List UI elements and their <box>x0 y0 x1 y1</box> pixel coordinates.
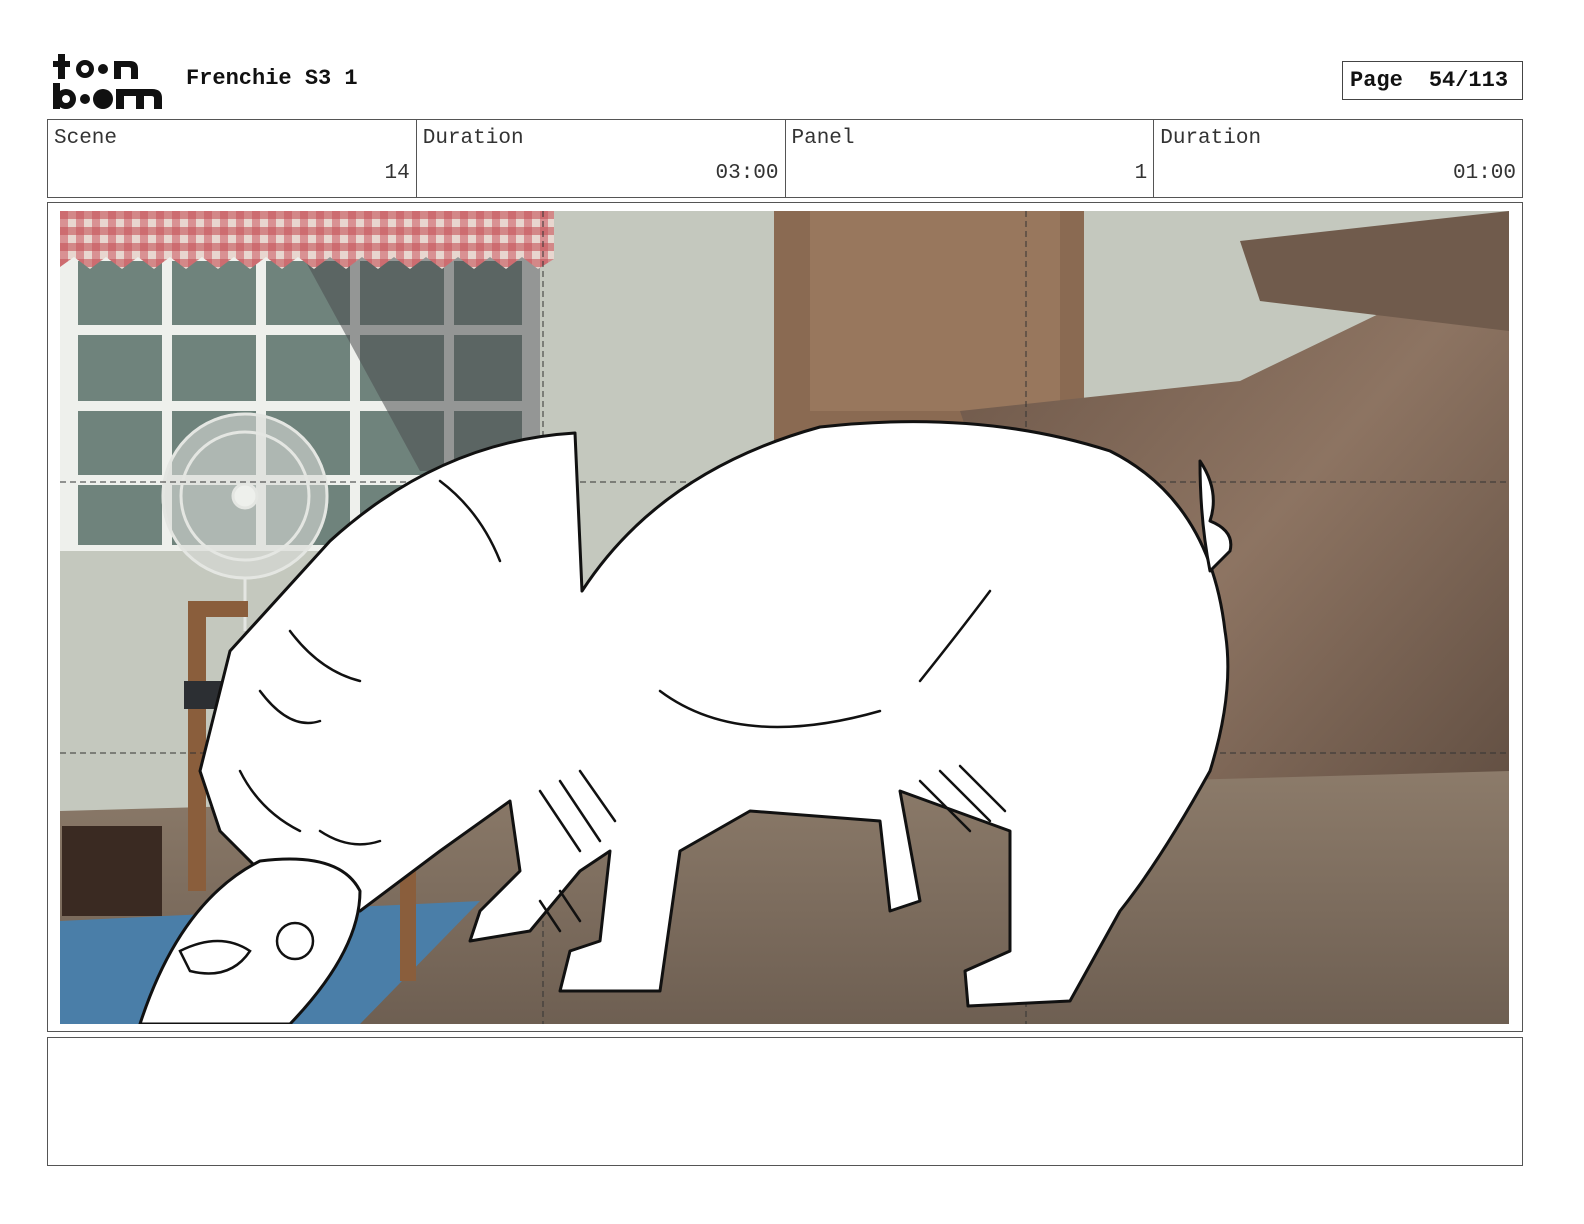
panel-notes-box <box>47 1037 1523 1166</box>
toon-boom-logo <box>53 54 162 109</box>
scene-duration-label: Duration <box>422 127 524 150</box>
page-indicator: Page 54/113 <box>1342 61 1523 100</box>
panel-cell: Panel 1 <box>786 120 1155 197</box>
panel-duration-value: 01:00 <box>1452 162 1516 185</box>
scene-duration-cell: Duration 03:00 <box>417 120 786 197</box>
panel-label: Panel <box>791 127 855 150</box>
side-box <box>62 826 162 916</box>
scene-number: 14 <box>384 162 410 185</box>
scene-duration-value: 03:00 <box>715 162 779 185</box>
project-title: Frenchie S3 1 <box>186 66 358 91</box>
panel-info-row: Scene 14 Duration 03:00 Panel 1 Duration… <box>47 119 1523 198</box>
storyboard-panel-image <box>60 211 1509 1024</box>
panel-duration-cell: Duration 01:00 <box>1154 120 1522 197</box>
panel-number: 1 <box>1134 162 1148 185</box>
panel-duration-label: Duration <box>1160 127 1262 150</box>
scene-label: Scene <box>54 127 118 150</box>
page-label: Page <box>1350 68 1403 93</box>
page-number: 54/113 <box>1428 68 1509 93</box>
scene-cell: Scene 14 <box>48 120 417 197</box>
